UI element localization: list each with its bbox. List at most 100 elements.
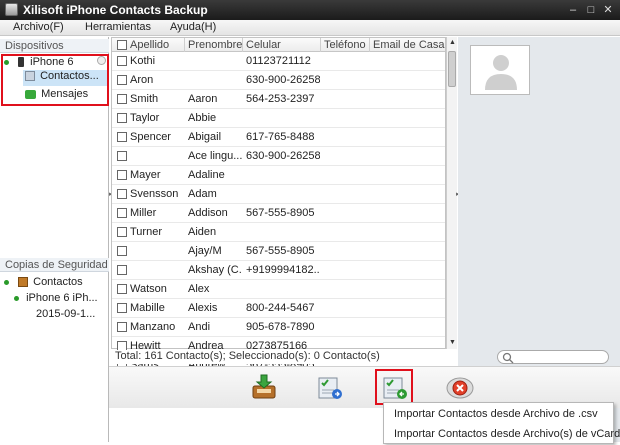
minimize-icon[interactable]: – xyxy=(566,3,580,17)
cell-prenombre: Abigail xyxy=(188,131,222,143)
row-checkbox[interactable] xyxy=(117,227,127,237)
cell-apellido: Taylor xyxy=(130,112,160,124)
cell-celular: 630-900-26258 xyxy=(246,150,320,162)
scroll-down-icon[interactable]: ▼ xyxy=(447,337,458,348)
cell-prenombre: Andi xyxy=(188,321,211,333)
title-bar: Xilisoft iPhone Contacts Backup – □ ✕ xyxy=(0,0,620,20)
row-checkbox[interactable] xyxy=(117,265,127,275)
table-row[interactable]: Aron 630-900-26258 xyxy=(112,71,445,90)
backup-date[interactable]: 2015-09-1... xyxy=(36,308,95,320)
row-checkbox[interactable] xyxy=(117,75,127,85)
col-celular[interactable]: Celular xyxy=(246,39,281,51)
cell-apellido: Svensson xyxy=(130,188,179,200)
cell-prenombre: Akshay (C... xyxy=(188,264,242,276)
cell-apellido: Watson xyxy=(130,283,167,295)
device-label: iPhone 6 xyxy=(30,56,74,68)
close-icon[interactable]: ✕ xyxy=(601,3,615,17)
import-contacts-button[interactable] xyxy=(379,373,409,401)
cell-celular: 567-555-8905 xyxy=(246,245,315,257)
person-placeholder-icon xyxy=(485,55,517,90)
row-checkbox[interactable] xyxy=(117,56,127,66)
table-row[interactable]: Watson Alex xyxy=(112,280,445,299)
connected-dot-icon xyxy=(4,59,9,65)
device-node[interactable]: iPhone 6 xyxy=(4,56,74,68)
avatar xyxy=(470,45,530,95)
backup-category[interactable]: Contactos xyxy=(4,276,83,288)
menu-item-import-csv[interactable]: Importar Contactos desde Archivo de .csv xyxy=(394,408,598,420)
backup-category-label: Contactos xyxy=(33,276,83,288)
row-checkbox[interactable] xyxy=(117,151,127,161)
delete-icon xyxy=(446,377,474,399)
cell-prenombre: Adam xyxy=(188,188,217,200)
menu-herramientas[interactable]: Herramientas xyxy=(85,21,151,33)
table-row[interactable]: Ajay/M 567-555-8905 xyxy=(112,242,445,261)
table-row[interactable]: Akshay (C... +9199994182... xyxy=(112,261,445,280)
import-context-menu: Importar Contactos desde Archivo de .csv… xyxy=(383,402,620,444)
select-all-checkbox[interactable] xyxy=(117,40,127,50)
scroll-up-icon[interactable]: ▲ xyxy=(447,37,458,48)
table-row[interactable]: Kothi 01123721112 xyxy=(112,52,445,71)
menu-archivo[interactable]: Archivo(F) xyxy=(13,21,64,33)
contact-card-import-icon xyxy=(383,377,407,399)
cell-prenombre: Ajay/M xyxy=(188,245,222,257)
backup-device-label: iPhone 6 iPh... xyxy=(26,292,98,304)
cell-prenombre: Adaline xyxy=(188,169,225,181)
sidebar-item-label: Contactos... xyxy=(40,70,99,82)
cell-apellido: Mayer xyxy=(130,169,161,181)
cell-apellido: Kothi xyxy=(130,55,156,67)
cell-prenombre: Aaron xyxy=(188,93,218,105)
row-checkbox[interactable] xyxy=(117,132,127,142)
cell-apellido: Smith xyxy=(130,93,159,105)
window-title: Xilisoft iPhone Contacts Backup xyxy=(23,3,208,17)
export-vcard-button[interactable] xyxy=(314,373,344,401)
messages-icon xyxy=(25,89,36,99)
cell-prenombre: Ace lingu... xyxy=(188,150,242,162)
search-icon xyxy=(502,352,514,364)
table-row[interactable]: Svensson Adam xyxy=(112,185,445,204)
cell-prenombre: Alexis xyxy=(188,302,218,314)
sidebar-item-contactos[interactable]: Contactos... xyxy=(23,70,107,86)
menu-ayuda[interactable]: Ayuda(H) xyxy=(170,21,216,33)
table-header: Apellido Prenombre Celular Teléfono Emai… xyxy=(112,38,445,52)
row-checkbox[interactable] xyxy=(117,246,127,256)
menu-item-import-vcard[interactable]: Importar Contactos desde Archivo(s) de v… xyxy=(394,428,620,440)
row-checkbox[interactable] xyxy=(117,94,127,104)
cell-celular: +9199994182... xyxy=(246,264,320,276)
download-tray-icon xyxy=(252,374,276,399)
row-checkbox[interactable] xyxy=(117,189,127,199)
devices-header: Dispositivos xyxy=(0,39,109,53)
sidebar-item-mensajes[interactable]: Mensajes xyxy=(23,88,88,100)
app-icon xyxy=(5,3,18,16)
backup-device[interactable]: iPhone 6 iPh... xyxy=(14,292,98,304)
contacts-table: Apellido Prenombre Celular Teléfono Emai… xyxy=(111,37,446,375)
cell-apellido: Aron xyxy=(130,74,154,86)
table-row[interactable]: Miller Addison 567-555-8905 xyxy=(112,204,445,223)
table-row[interactable]: Mayer Adaline xyxy=(112,166,445,185)
search-input[interactable] xyxy=(497,350,609,364)
table-row[interactable]: Taylor Abbie xyxy=(112,109,445,128)
col-telefono[interactable]: Teléfono xyxy=(324,39,366,51)
cell-prenombre: Addison xyxy=(188,207,228,219)
row-checkbox[interactable] xyxy=(117,208,127,218)
table-row[interactable]: Manzano Andi 905-678-7890 xyxy=(112,318,445,337)
scroll-thumb[interactable] xyxy=(448,51,456,87)
row-checkbox[interactable] xyxy=(117,322,127,332)
sync-icon[interactable] xyxy=(97,56,106,65)
row-checkbox[interactable] xyxy=(117,303,127,313)
cell-apellido: Mabille xyxy=(130,302,165,314)
expand-dot-icon xyxy=(4,279,9,285)
row-checkbox[interactable] xyxy=(117,113,127,123)
delete-button[interactable] xyxy=(445,373,475,401)
table-row[interactable]: Turner Aiden xyxy=(112,223,445,242)
table-row[interactable]: Spencer Abigail 617-765-8488 xyxy=(112,128,445,147)
backup-to-pc-button[interactable] xyxy=(249,373,279,401)
table-row[interactable]: Mabille Alexis 800-244-5467 xyxy=(112,299,445,318)
maximize-icon[interactable]: □ xyxy=(584,3,598,17)
table-row[interactable]: Smith Aaron 564-253-2397 xyxy=(112,90,445,109)
col-apellido[interactable]: Apellido xyxy=(130,39,169,51)
row-checkbox[interactable] xyxy=(117,170,127,180)
table-row[interactable]: Ace lingu... 630-900-26258 xyxy=(112,147,445,166)
col-email-casa[interactable]: Email de Casa xyxy=(373,39,445,51)
row-checkbox[interactable] xyxy=(117,284,127,294)
col-prenombre[interactable]: Prenombre xyxy=(188,39,242,51)
